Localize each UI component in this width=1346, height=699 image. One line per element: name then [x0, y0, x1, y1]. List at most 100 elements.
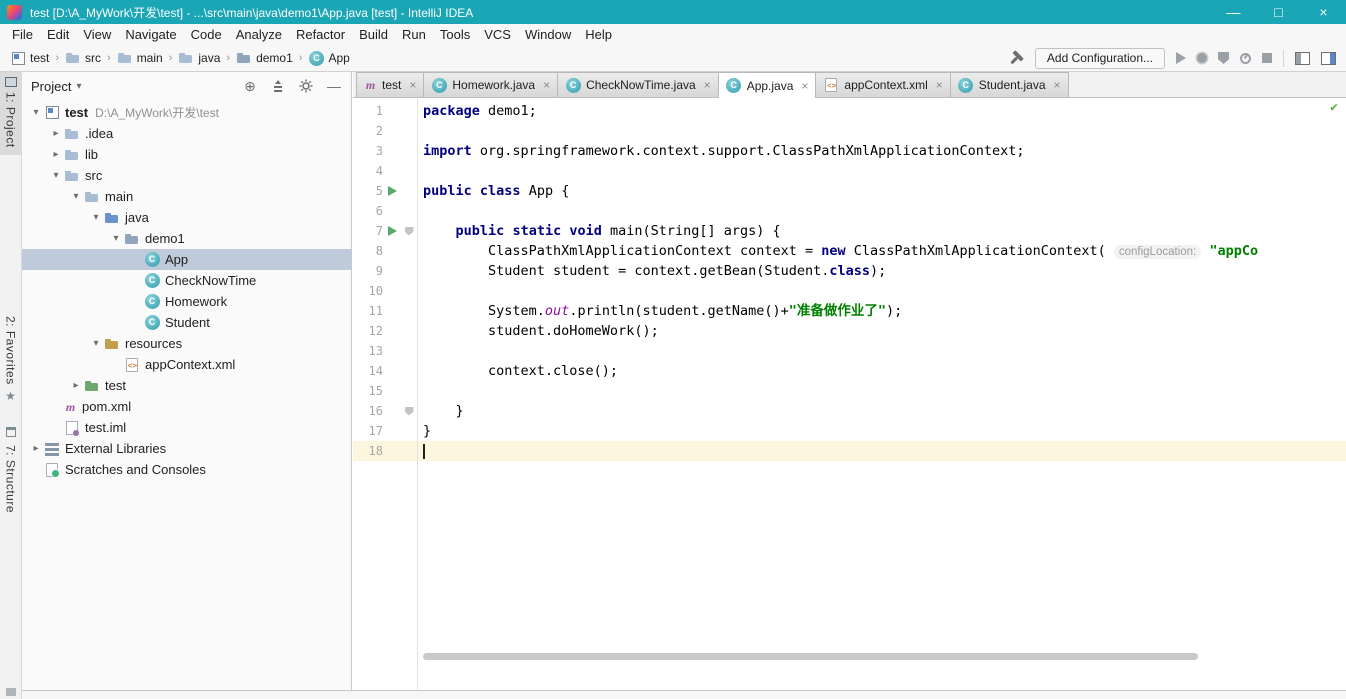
horizontal-scrollbar[interactable] [423, 653, 1198, 660]
fold-marker-icon[interactable] [405, 407, 414, 416]
menu-code[interactable]: Code [184, 27, 229, 42]
chevron-down-icon[interactable]: ▾ [48, 170, 64, 181]
tab-app-java[interactable]: CApp.java× [718, 72, 817, 98]
stop-icon[interactable] [1262, 53, 1272, 63]
tree-item-homework[interactable]: CHomework [22, 291, 351, 312]
menu-refactor[interactable]: Refactor [289, 27, 352, 42]
tree-item-scratches-and-consoles[interactable]: Scratches and Consoles [22, 459, 351, 480]
run-gutter-icon[interactable] [388, 226, 397, 236]
code-line-15[interactable]: 15 [353, 381, 1346, 401]
code-line-1[interactable]: 1package demo1; [353, 101, 1346, 121]
coverage-icon[interactable] [1218, 52, 1229, 64]
code-line-17[interactable]: 17} [353, 421, 1346, 441]
breadcrumb-item-app[interactable]: CApp [306, 50, 351, 66]
close-tab-icon[interactable]: × [543, 78, 550, 92]
tab-checknowtime-java[interactable]: CCheckNowTime.java× [557, 72, 719, 97]
tree-item-student[interactable]: CStudent [22, 312, 351, 333]
close-tab-icon[interactable]: × [409, 78, 416, 92]
close-tab-icon[interactable]: × [1054, 78, 1061, 92]
tree-item-app[interactable]: CApp [22, 249, 351, 270]
chevron-down-icon[interactable]: ▾ [76, 81, 81, 92]
chevron-down-icon[interactable]: ▾ [108, 233, 124, 244]
menu-tools[interactable]: Tools [433, 27, 477, 42]
menu-vcs[interactable]: VCS [477, 27, 518, 42]
tree-item-test[interactable]: ▸test [22, 375, 351, 396]
minimize-button[interactable]: — [1211, 0, 1256, 24]
profiler-icon[interactable] [1240, 53, 1251, 64]
code-line-2[interactable]: 2 [353, 121, 1346, 141]
tree-item-demo1[interactable]: ▾demo1 [22, 228, 351, 249]
tree-item-java[interactable]: ▾java [22, 207, 351, 228]
close-tab-icon[interactable]: × [936, 78, 943, 92]
code-line-6[interactable]: 6 [353, 201, 1346, 221]
code-line-3[interactable]: 3import org.springframework.context.supp… [353, 141, 1346, 161]
tree-item-checknowtime[interactable]: CCheckNowTime [22, 270, 351, 291]
tab-appcontext-xml[interactable]: appContext.xml× [815, 72, 950, 97]
tab-student-java[interactable]: CStudent.java× [950, 72, 1069, 97]
tool-stripe-project-button[interactable]: 1: Project [0, 72, 21, 155]
close-button[interactable]: × [1301, 0, 1346, 24]
tab-homework-java[interactable]: CHomework.java× [423, 72, 558, 97]
tree-item-lib[interactable]: ▸lib [22, 144, 351, 165]
search-everywhere-icon[interactable] [1321, 52, 1336, 65]
toolwindow-quick-access-icon[interactable] [6, 688, 16, 696]
menu-help[interactable]: Help [578, 27, 619, 42]
menu-analyze[interactable]: Analyze [229, 27, 289, 42]
inspections-ok-icon[interactable]: ✔ [1330, 100, 1338, 115]
code-editor[interactable]: 1package demo1;23import org.springframew… [353, 98, 1346, 690]
chevron-right-icon[interactable]: ▸ [68, 380, 84, 391]
code-line-18[interactable]: 18 [353, 441, 1346, 461]
tree-item-main[interactable]: ▾main [22, 186, 351, 207]
run-icon[interactable] [1176, 52, 1186, 64]
chevron-down-icon[interactable]: ▾ [28, 107, 44, 118]
run-gutter-icon[interactable] [388, 186, 397, 196]
menu-navigate[interactable]: Navigate [118, 27, 183, 42]
breadcrumb-item-demo1[interactable]: demo1 [234, 50, 295, 66]
tree-item-test[interactable]: ▾testD:\A_MyWork\开发\test [22, 102, 351, 123]
close-tab-icon[interactable]: × [801, 79, 808, 93]
chevron-right-icon[interactable]: ▸ [48, 128, 64, 139]
menu-window[interactable]: Window [518, 27, 578, 42]
tree-item-pom-xml[interactable]: mpom.xml [22, 396, 351, 417]
tool-stripe-structure-button[interactable]: 7: Structure [4, 427, 18, 513]
menu-edit[interactable]: Edit [40, 27, 76, 42]
code-line-8[interactable]: 8 ClassPathXmlApplicationContext context… [353, 241, 1346, 261]
code-line-4[interactable]: 4 [353, 161, 1346, 181]
code-line-7[interactable]: 7 public static void main(String[] args)… [353, 221, 1346, 241]
tree-item-appcontext-xml[interactable]: appContext.xml [22, 354, 351, 375]
tree-item-test-iml[interactable]: test.iml [22, 417, 351, 438]
code-line-14[interactable]: 14 context.close(); [353, 361, 1346, 381]
tree-item-external-libraries[interactable]: ▸External Libraries [22, 438, 351, 459]
chevron-down-icon[interactable]: ▾ [68, 191, 84, 202]
code-line-9[interactable]: 9 Student student = context.getBean(Stud… [353, 261, 1346, 281]
add-configuration-button[interactable]: Add Configuration... [1035, 48, 1165, 69]
code-line-11[interactable]: 11 System.out.println(student.getName()+… [353, 301, 1346, 321]
hide-panel-icon[interactable]: — [326, 78, 342, 94]
menu-view[interactable]: View [76, 27, 118, 42]
code-line-10[interactable]: 10 [353, 281, 1346, 301]
close-tab-icon[interactable]: × [704, 78, 711, 92]
breadcrumb-item-main[interactable]: main [115, 50, 165, 66]
project-structure-icon[interactable] [1295, 52, 1310, 65]
menu-file[interactable]: File [5, 27, 40, 42]
gear-icon[interactable] [298, 78, 314, 94]
debug-icon[interactable] [1197, 53, 1207, 63]
fold-marker-icon[interactable] [405, 227, 414, 236]
chevron-right-icon[interactable]: ▸ [28, 443, 44, 454]
code-line-16[interactable]: 16 } [353, 401, 1346, 421]
breadcrumb-item-test[interactable]: test [8, 50, 51, 66]
menu-run[interactable]: Run [395, 27, 433, 42]
breadcrumb-item-src[interactable]: src [63, 50, 103, 66]
locate-file-icon[interactable]: ⊕ [242, 78, 258, 94]
collapse-all-icon[interactable] [270, 78, 286, 94]
maximize-button[interactable]: □ [1256, 0, 1301, 24]
chevron-down-icon[interactable]: ▾ [88, 212, 104, 223]
project-panel-title[interactable]: Project [31, 79, 71, 94]
menu-build[interactable]: Build [352, 27, 395, 42]
tool-stripe-favorites-button[interactable]: 2: Favorites ★ [4, 316, 18, 403]
chevron-right-icon[interactable]: ▸ [48, 149, 64, 160]
code-line-5[interactable]: 5public class App { [353, 181, 1346, 201]
build-hammer-icon[interactable] [1005, 47, 1028, 70]
breadcrumb-item-java[interactable]: java [176, 50, 222, 66]
tree-item-idea[interactable]: ▸.idea [22, 123, 351, 144]
